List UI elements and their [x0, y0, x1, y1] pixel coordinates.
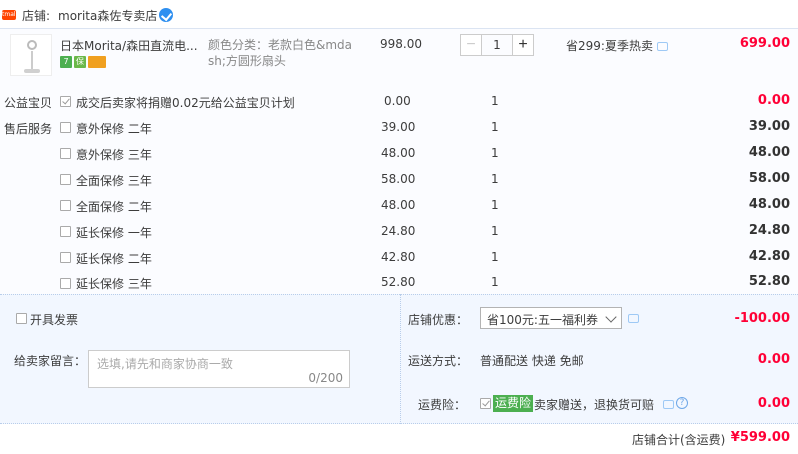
service-qty: 1	[491, 198, 499, 212]
help-icon[interactable]: ?	[676, 397, 688, 409]
service-checkbox[interactable]	[60, 278, 71, 289]
message-placeholder: 选填,请先和商家协商一致	[97, 357, 233, 371]
insurance-total: 0.00	[757, 396, 790, 411]
section-divider	[400, 294, 401, 424]
product-title-link[interactable]: 日本Morita/森田直流电...	[60, 37, 198, 54]
insurance-checkbox[interactable]	[480, 398, 491, 409]
service-checkbox[interactable]	[60, 226, 71, 237]
quantity-minus-button[interactable]: −	[460, 34, 482, 56]
charity-total: 0.00	[757, 93, 790, 108]
service-checkbox[interactable]	[60, 148, 71, 159]
service-total: 24.80	[748, 223, 790, 238]
charity-checkbox[interactable]	[60, 96, 71, 107]
quantity-input[interactable]: 1	[482, 34, 512, 56]
charity-price: 0.00	[384, 94, 411, 108]
shop-discount-select[interactable]: 省100元:五一福利券	[480, 307, 622, 329]
service-qty: 1	[491, 146, 499, 160]
shop-label: 店铺:	[22, 9, 51, 23]
unit-price: 998.00	[380, 37, 422, 51]
quantity-stepper: − 1 +	[460, 34, 534, 56]
service-price: 24.80	[381, 224, 416, 238]
service-name: 意外保修 二年	[76, 122, 152, 136]
service-qty: 1	[491, 250, 499, 264]
service-qty: 1	[491, 224, 499, 238]
service-price: 48.00	[381, 146, 416, 160]
chevron-down-icon	[605, 311, 617, 323]
service-name: 意外保修 三年	[76, 148, 152, 162]
service-price: 48.00	[381, 198, 416, 212]
service-total: 48.00	[748, 197, 790, 212]
service-name: 延长保修 一年	[76, 226, 152, 240]
shop-name-link[interactable]: morita森佐专卖店	[58, 7, 157, 24]
service-price: 39.00	[381, 120, 416, 134]
shop-discount-value: 省100元:五一福利券	[487, 313, 598, 327]
discount-total: -100.00	[734, 311, 790, 326]
charity-text: 成交后卖家将捐赠0.02元给公益宝贝计划	[76, 96, 295, 110]
charity-label: 公益宝贝	[4, 96, 53, 110]
seller-message-input[interactable]: 选填,请先和商家协商一致 0/200	[88, 350, 350, 388]
charity-qty: 1	[491, 94, 499, 108]
product-badges: 7保	[60, 56, 108, 68]
shop-total-value: ¥599.00	[730, 430, 790, 445]
shipping-label: 运送方式：	[408, 354, 469, 368]
invoice-checkbox[interactable]	[16, 313, 27, 324]
service-checkbox[interactable]	[60, 200, 71, 211]
service-total: 48.00	[748, 145, 790, 160]
tmall-icon: tmall	[2, 10, 18, 20]
verified-badge-icon	[159, 8, 173, 22]
service-price: 58.00	[381, 172, 416, 186]
fan-product-icon	[27, 40, 37, 50]
promo-chat-icon[interactable]	[656, 42, 668, 51]
message-label: 给卖家留言：	[14, 354, 87, 368]
insurance-tag: 运费险	[493, 395, 534, 412]
product-thumbnail[interactable]	[10, 34, 52, 76]
after-sales-label: 售后服务	[4, 122, 53, 136]
service-checkbox[interactable]	[60, 252, 71, 263]
credit-card-icon	[88, 56, 106, 68]
service-qty: 1	[491, 275, 499, 289]
shop-total-label: 店铺合计(含运费)	[632, 433, 726, 447]
service-name: 全面保修 三年	[76, 174, 152, 188]
shipping-total: 0.00	[757, 352, 790, 367]
discount-chat-icon[interactable]	[628, 314, 639, 323]
invoice-label: 开具发票	[30, 313, 79, 327]
insurance-description: 卖家赠送，退换货可赔	[534, 398, 655, 412]
message-char-count: 0/200	[308, 371, 343, 385]
sku-info: 颜色分类：老款白色&mda sh;方圆形扇头	[208, 38, 353, 68]
item-total: 699.00	[739, 36, 790, 51]
service-total: 58.00	[748, 171, 790, 186]
service-total: 42.80	[748, 249, 790, 264]
service-name: 全面保修 二年	[76, 200, 152, 214]
service-name: 延长保修 三年	[76, 277, 152, 291]
service-checkbox[interactable]	[60, 174, 71, 185]
service-price: 42.80	[381, 250, 416, 264]
service-qty: 1	[491, 172, 499, 186]
service-qty: 1	[491, 120, 499, 134]
quantity-plus-button[interactable]: +	[512, 34, 534, 56]
shipping-method: 普通配送 快递 免邮	[480, 354, 584, 368]
insurance-label: 运费险：	[418, 398, 467, 412]
seven-day-return-icon: 7	[60, 56, 72, 68]
shop-discount-label: 店铺优惠：	[408, 313, 469, 327]
service-total: 39.00	[748, 119, 790, 134]
service-checkbox[interactable]	[60, 122, 71, 133]
service-total: 52.80	[748, 274, 790, 289]
insurance-chat-icon[interactable]	[663, 400, 674, 409]
service-price: 52.80	[381, 275, 416, 289]
guarantee-icon: 保	[74, 56, 86, 68]
service-name: 延长保修 二年	[76, 252, 152, 266]
shop-header: tmall 店铺: morita森佐专卖店	[0, 0, 798, 28]
promo-info: 省299:夏季热卖	[566, 37, 668, 54]
